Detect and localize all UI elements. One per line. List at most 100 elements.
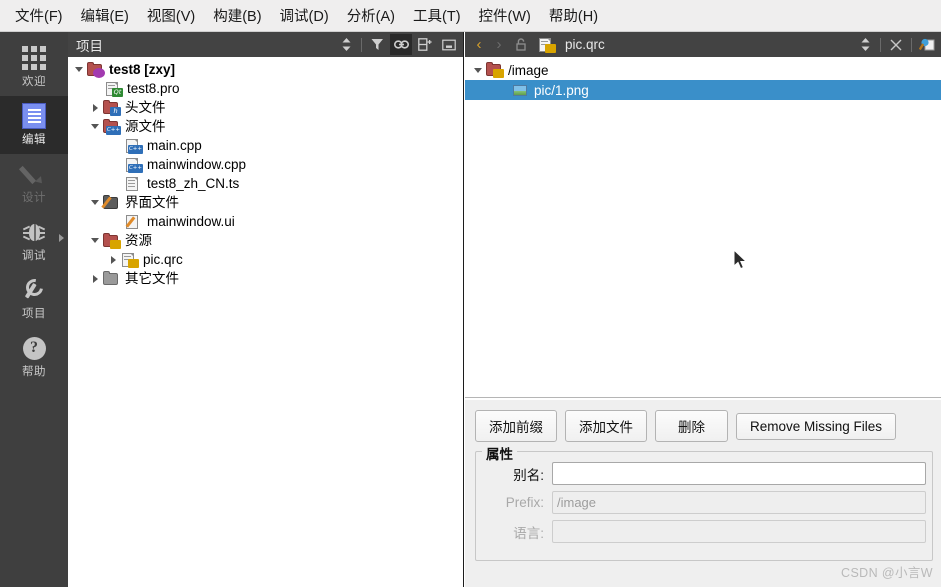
language-label: 语言: <box>513 525 544 541</box>
alias-row: 别名: <box>482 462 926 485</box>
tree-label: 其它文件 <box>125 271 179 286</box>
tree-label: test8 [zxy] <box>109 62 176 77</box>
menu-analyze[interactable]: 分析(A) <box>338 2 404 29</box>
tree-row-mainwindow-ui[interactable]: mainwindow.ui <box>68 212 463 231</box>
tree-row-pic-qrc[interactable]: pic.qrc <box>68 250 463 269</box>
menu-build[interactable]: 构建(B) <box>204 2 270 29</box>
tree-row-pro-file[interactable]: Qt test8.pro <box>68 79 463 98</box>
other-folder-icon <box>102 270 121 287</box>
chevron-right-icon[interactable] <box>59 234 64 242</box>
mode-button-projects[interactable]: 项目 <box>0 270 68 328</box>
sources-folder-icon: C++ <box>102 118 121 135</box>
tree-row-mainwindow-cpp[interactable]: C++ mainwindow.cpp <box>68 155 463 174</box>
forward-button[interactable]: › <box>489 34 509 55</box>
cpp-file-icon: C++ <box>124 138 143 154</box>
prefix-row: Prefix: <box>482 491 926 514</box>
project-tree-panel: 项目 test8 [zxy] Qt test8.pro h 头文件 C++ 源文… <box>68 32 464 587</box>
project-tree: test8 [zxy] Qt test8.pro h 头文件 C++ 源文件 C… <box>68 57 463 288</box>
editor-toolbar: ‹ › pic.qrc <box>465 32 941 57</box>
lock-icon[interactable] <box>510 34 532 55</box>
open-file-name: pic.qrc <box>565 37 605 52</box>
toolbar-divider <box>880 37 881 52</box>
prefix-label: Prefix: <box>505 495 544 510</box>
pencil-icon <box>23 161 45 187</box>
mode-button-welcome[interactable]: 欢迎 <box>0 38 68 96</box>
project-panel-title: 项目 <box>76 38 103 54</box>
menu-edit[interactable]: 编辑(E) <box>72 2 138 29</box>
language-row: 语言: <box>482 520 926 543</box>
alias-field[interactable] <box>552 462 926 485</box>
tree-label: 头文件 <box>125 100 166 115</box>
close-editor-icon[interactable] <box>885 34 907 55</box>
tree-row-sources[interactable]: C++ 源文件 <box>68 117 463 136</box>
menu-help[interactable]: 帮助(H) <box>540 2 607 29</box>
menu-bar: 文件(F) 编辑(E) 视图(V) 构建(B) 调试(D) 分析(A) 工具(T… <box>0 0 941 32</box>
resource-row-prefix[interactable]: /image <box>465 60 941 80</box>
resource-row-file[interactable]: pic/1.png <box>465 80 941 100</box>
watermark: CSDN @小言W <box>841 566 933 580</box>
image-file-icon <box>511 82 530 98</box>
twisty-right-icon[interactable] <box>88 274 102 283</box>
resource-prefix-label: /image <box>508 62 549 78</box>
mode-button-design[interactable]: 设计 <box>0 154 68 212</box>
properties-group-title: 属性 <box>482 443 517 463</box>
resource-file-tree[interactable]: /image pic/1.png <box>465 57 941 398</box>
ui-file-icon <box>124 214 143 230</box>
editor-tools-icon[interactable] <box>916 34 938 55</box>
tree-label: 源文件 <box>125 119 166 134</box>
tree-row-project[interactable]: test8 [zxy] <box>68 60 463 79</box>
mode-button-edit[interactable]: 编辑 <box>0 96 68 154</box>
prefix-folder-icon <box>485 62 504 78</box>
tree-row-resources[interactable]: 资源 <box>68 231 463 250</box>
add-prefix-button[interactable]: 添加前缀 <box>475 410 557 442</box>
mode-label-projects: 项目 <box>22 308 46 320</box>
add-file-button[interactable]: 添加文件 <box>565 410 647 442</box>
collapse-icon[interactable] <box>438 34 460 55</box>
split-icon[interactable] <box>414 34 436 55</box>
remove-missing-files-button[interactable]: Remove Missing Files <box>736 412 897 440</box>
tree-row-other-files[interactable]: 其它文件 <box>68 269 463 288</box>
mode-button-help[interactable]: ? 帮助 <box>0 328 68 386</box>
tree-row-forms[interactable]: 界面文件 <box>68 193 463 212</box>
tree-label: 界面文件 <box>125 195 179 210</box>
mode-label-welcome: 欢迎 <box>22 76 46 88</box>
sync-selection-icon[interactable] <box>335 34 357 55</box>
tree-label: pic.qrc <box>143 252 183 267</box>
cpp-file-icon: C++ <box>124 157 143 173</box>
question-mark-icon: ? <box>22 335 46 361</box>
twisty-down-icon[interactable] <box>88 238 102 243</box>
resource-properties-panel: 添加前缀 添加文件 删除 Remove Missing Files 属性 别名:… <box>465 400 941 587</box>
back-button[interactable]: ‹ <box>469 34 489 55</box>
resource-file-label: pic/1.png <box>534 82 589 98</box>
project-folder-icon <box>86 61 105 78</box>
menu-file[interactable]: 文件(F) <box>6 2 72 29</box>
twisty-down-icon[interactable] <box>471 67 485 73</box>
tree-row-main-cpp[interactable]: C++ main.cpp <box>68 136 463 155</box>
qrc-file-icon <box>537 37 556 53</box>
link-with-editor-icon[interactable] <box>390 34 412 55</box>
menu-tools[interactable]: 工具(T) <box>404 2 470 29</box>
menu-debug[interactable]: 调试(D) <box>271 2 338 29</box>
mode-label-edit: 编辑 <box>22 134 46 146</box>
grid-icon <box>22 45 46 71</box>
toolbar-divider <box>361 37 362 52</box>
mode-button-debug[interactable]: 调试 <box>0 212 68 270</box>
menu-window[interactable]: 控件(W) <box>470 2 540 29</box>
menu-view[interactable]: 视图(V) <box>138 2 204 29</box>
mode-label-debug: 调试 <box>22 250 46 262</box>
ts-file-icon <box>124 176 143 192</box>
qt-pro-file-icon: Qt <box>104 81 123 97</box>
twisty-down-icon[interactable] <box>72 67 86 72</box>
bug-icon <box>22 219 46 245</box>
twisty-down-icon[interactable] <box>88 124 102 129</box>
filter-icon[interactable] <box>366 34 388 55</box>
prefix-field <box>552 491 926 514</box>
twisty-right-icon[interactable] <box>88 103 102 112</box>
headers-folder-icon: h <box>102 99 121 116</box>
tree-row-headers[interactable]: h 头文件 <box>68 98 463 117</box>
split-editor-icon[interactable] <box>854 34 876 55</box>
remove-button[interactable]: 删除 <box>655 410 728 442</box>
twisty-right-icon[interactable] <box>106 255 120 264</box>
tree-row-ts-file[interactable]: test8_zh_CN.ts <box>68 174 463 193</box>
twisty-down-icon[interactable] <box>88 200 102 205</box>
